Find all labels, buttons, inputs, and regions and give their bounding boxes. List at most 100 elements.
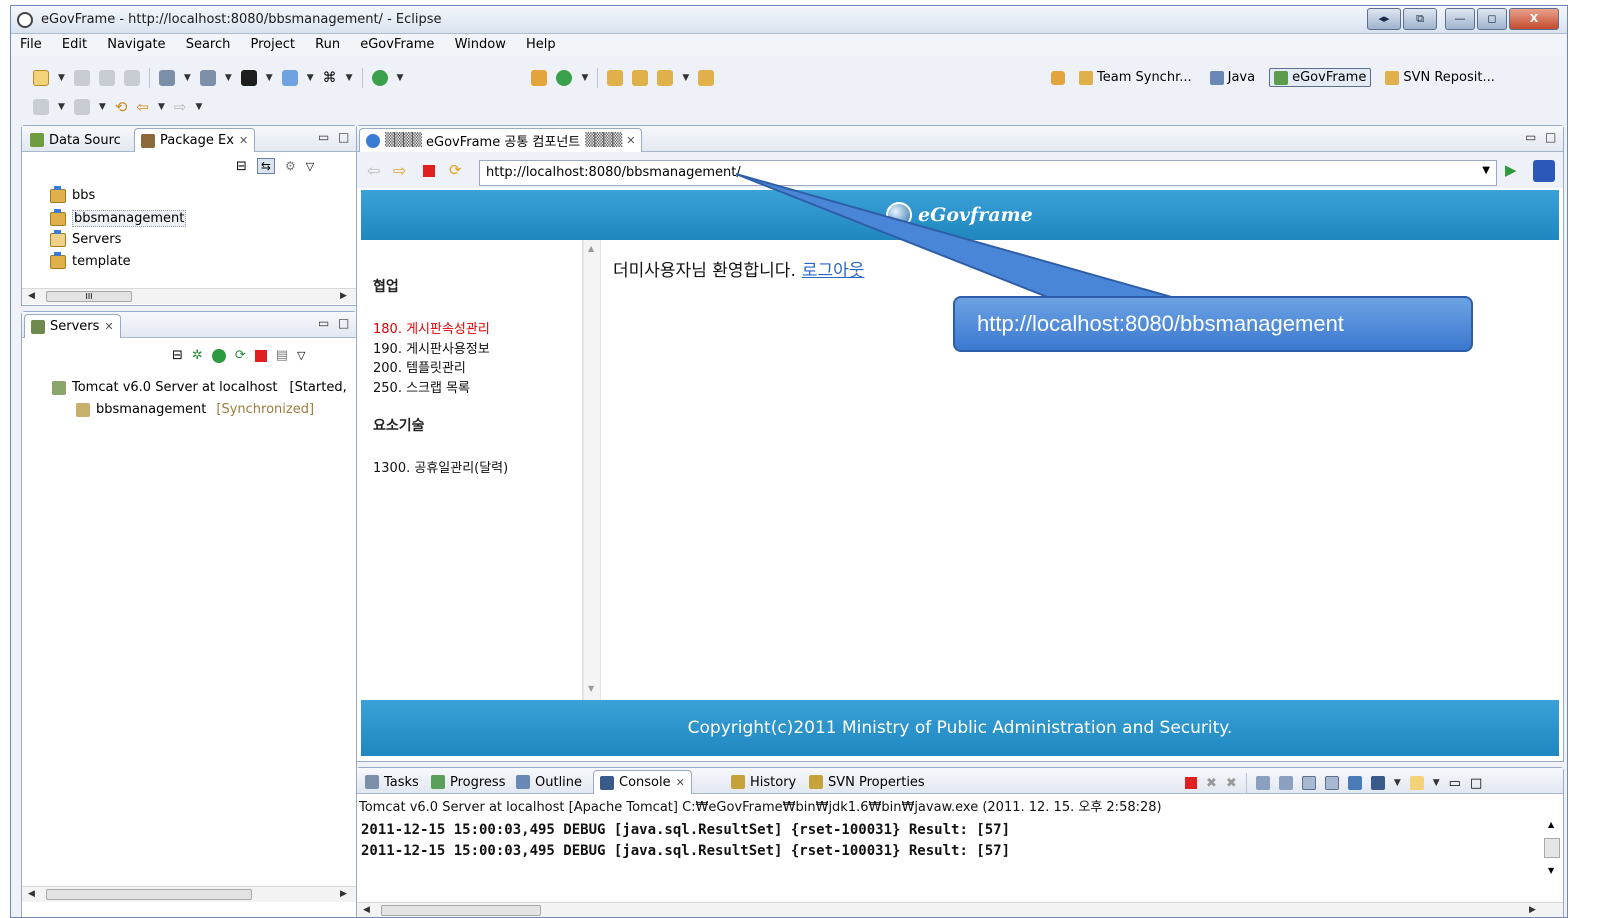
sidebar-link-holiday[interactable]: 1300. 공휴일관리(달력) [373, 457, 508, 476]
sidebar-link-board-attr[interactable]: 180. 게시판속성관리 [373, 318, 490, 337]
eclipse-browser-icon[interactable] [1533, 160, 1555, 182]
publish-icon[interactable]: ▤ [276, 348, 288, 363]
scroll-right-icon[interactable]: ▶ [340, 887, 347, 902]
maximize-view-icon[interactable]: □ [1545, 130, 1556, 144]
tab-history[interactable]: History [725, 770, 802, 794]
scroll-left-icon[interactable]: ◀ [28, 289, 35, 304]
tab-data-source[interactable]: Data Sourc [24, 128, 127, 152]
horizontal-scrollbar[interactable]: ◀ III ▶ [22, 288, 356, 304]
minimize-button[interactable]: — [1445, 8, 1475, 30]
scroll-down-icon[interactable]: ▼ [588, 684, 594, 693]
save-icon[interactable] [73, 70, 90, 86]
save-all-icon[interactable] [98, 70, 115, 86]
dropdown-arrow-icon[interactable]: ▼ [1394, 778, 1401, 788]
maximize-button[interactable]: ◻ [1477, 8, 1507, 30]
minimize-view-icon[interactable]: ▭ [318, 316, 329, 330]
scroll-up-icon[interactable]: ▲ [588, 244, 594, 253]
dropdown-arrow-icon[interactable]: ▼ [225, 73, 232, 83]
close-window-button[interactable]: X [1509, 8, 1559, 30]
dropdown-arrow-icon[interactable]: ▼ [307, 73, 314, 83]
scrollbar-thumb[interactable]: III [46, 291, 132, 302]
tab-svn-properties[interactable]: SVN Properties [803, 770, 931, 794]
dropdown-arrow-icon[interactable]: ▼ [682, 73, 689, 83]
logout-link[interactable]: 로그아웃 [802, 261, 865, 281]
tab-package-explorer[interactable]: Package Ex ✕ [134, 128, 256, 152]
menu-run[interactable]: Run [306, 34, 347, 52]
perspective-egovframe[interactable]: eGovFrame [1269, 68, 1372, 87]
perspective-java[interactable]: Java [1206, 69, 1259, 86]
console-output[interactable]: 2011-12-15 15:00:03,495 DEBUG [java.sql.… [361, 820, 1010, 862]
scrollbar-thumb[interactable] [46, 889, 252, 900]
dropdown-arrow-icon[interactable]: ▼ [58, 73, 65, 83]
sidebar-link-template[interactable]: 200. 템플릿관리 [373, 357, 466, 376]
open-type-icon[interactable] [607, 70, 624, 86]
sidebar-link-scrap[interactable]: 250. 스크랩 목록 [373, 377, 470, 396]
minimize-view-icon[interactable]: ▭ [1525, 130, 1536, 144]
menu-edit[interactable]: Edit [53, 34, 94, 52]
new-icon[interactable] [33, 70, 49, 86]
tab-progress[interactable]: Progress [425, 770, 511, 794]
tab-outline[interactable]: Outline [510, 770, 588, 794]
dropdown-arrow-icon[interactable]: ▼ [58, 102, 65, 112]
next-annotation-icon[interactable] [33, 99, 49, 115]
close-tab-icon[interactable]: ✕ [626, 134, 635, 147]
scrollbar-thumb[interactable] [381, 905, 541, 916]
server-row[interactable]: Tomcat v6.0 Server at localhost [Started… [52, 380, 347, 395]
maximize-view-icon[interactable]: □ [1470, 776, 1482, 791]
new-project-icon[interactable] [158, 70, 175, 86]
clear-console-icon[interactable] [1255, 776, 1270, 790]
scroll-right-icon[interactable]: ▶ [340, 289, 347, 304]
remove-all-icon[interactable]: ✖ [1226, 776, 1237, 791]
console-vertical-scrollbar[interactable]: ▲ ▼ [1543, 820, 1561, 894]
link-editor-icon[interactable]: ⇆ [256, 158, 275, 174]
forward-icon[interactable]: ⇨ [393, 161, 406, 180]
go-icon[interactable]: ▶ [1505, 161, 1517, 179]
back-icon[interactable]: ⇦ [367, 161, 380, 180]
dropdown-arrow-icon[interactable]: ▼ [266, 73, 273, 83]
dropdown-arrow-icon[interactable]: ▼ [184, 73, 191, 83]
edit-icon[interactable] [281, 70, 298, 86]
menu-egovframe[interactable]: eGovFrame [351, 34, 441, 52]
debug-server-icon[interactable]: ✲ [192, 348, 203, 363]
dropdown-arrow-icon[interactable]: ▼ [158, 102, 165, 112]
scroll-left-icon[interactable]: ◀ [28, 887, 35, 902]
tab-servers[interactable]: Servers ✕ [24, 314, 121, 338]
horizontal-scrollbar[interactable]: ◀ ▶ [22, 886, 356, 902]
open-resource-icon[interactable] [632, 70, 649, 86]
profile-server-icon[interactable]: ⟳ [235, 348, 246, 363]
dropdown-arrow-icon[interactable]: ▼ [346, 73, 353, 83]
dropdown-arrow-icon[interactable]: ▼ [397, 73, 404, 83]
display-console-icon[interactable] [1370, 776, 1385, 790]
open-perspective-icon[interactable] [1051, 70, 1065, 85]
search-icon[interactable] [371, 70, 388, 86]
open-folder-icon[interactable] [698, 70, 715, 86]
sidebar-scrollbar[interactable]: ▲ ▼ [583, 240, 601, 700]
run-icon[interactable] [556, 70, 573, 86]
dropdown-arrow-icon[interactable]: ▼ [1433, 778, 1440, 788]
close-tab-icon[interactable]: ✕ [104, 320, 113, 333]
menu-navigate[interactable]: Navigate [98, 34, 172, 52]
remove-launch-icon[interactable]: ✖ [1206, 776, 1217, 791]
menu-file[interactable]: File [11, 34, 49, 52]
scroll-lock-icon[interactable] [1278, 776, 1293, 790]
minimize-view-icon[interactable]: ▭ [318, 130, 329, 144]
tab-console[interactable]: Console ✕ [593, 770, 692, 794]
prev-annotation-icon[interactable] [73, 99, 90, 115]
tools-icon[interactable] [531, 70, 548, 86]
scroll-left-icon[interactable]: ◀ [363, 903, 370, 917]
last-edit-icon[interactable]: ⟲ [115, 98, 128, 116]
minimize-view-icon[interactable]: ▭ [1449, 776, 1461, 791]
terminal-icon[interactable] [240, 70, 257, 86]
tab-browser[interactable]: ▒▒▒▒ eGovFrame 공통 컴포넌트 ▒▒▒▒ ✕ [359, 128, 643, 152]
tile-button[interactable]: ⧉ [1403, 8, 1437, 30]
close-tab-icon[interactable]: ✕ [676, 776, 685, 789]
terminate-icon[interactable] [1185, 777, 1197, 789]
egov-logo[interactable]: eGovframe [886, 202, 1033, 228]
pin-console-icon[interactable] [1347, 776, 1362, 790]
scroll-up-icon[interactable]: ▲ [1548, 820, 1554, 829]
new-server-icon[interactable] [199, 70, 216, 86]
scroll-right-icon[interactable]: ▶ [1529, 903, 1536, 917]
maximize-view-icon[interactable]: □ [338, 316, 349, 330]
command-icon[interactable]: ⌘ [323, 70, 337, 86]
collapse-all-icon[interactable]: ⊟ [236, 159, 247, 174]
